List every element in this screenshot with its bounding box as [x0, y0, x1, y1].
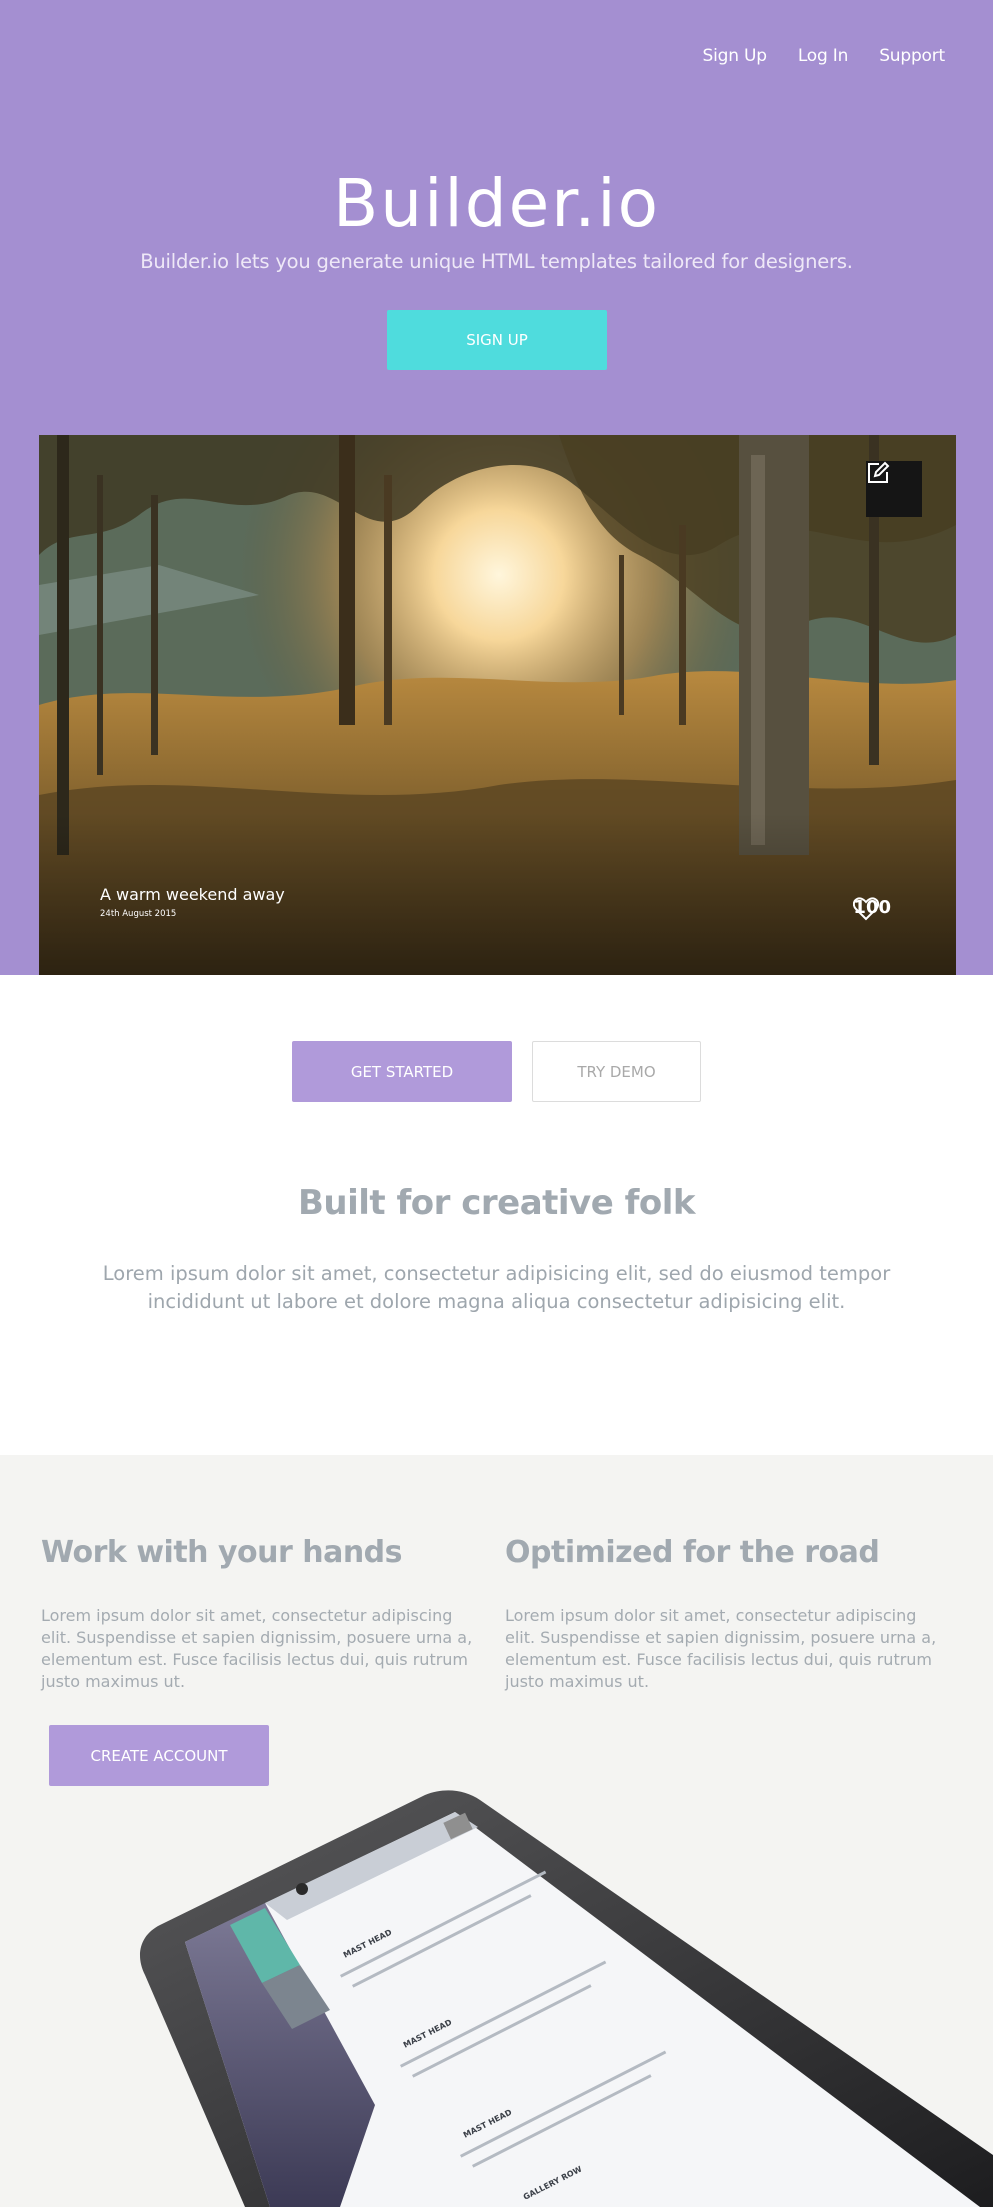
featured-photo-card: A warm weekend away 24th August 2015 100: [39, 435, 956, 975]
hero-subtitle: Builder.io lets you generate unique HTML…: [140, 250, 853, 273]
photo-date: 24th August 2015: [100, 909, 177, 919]
phone-mockup-image: MAST HEAD MAST HEAD MAST HEAD GALLERY RO…: [140, 1790, 993, 2207]
edit-button[interactable]: [866, 461, 922, 517]
photo-caption: A warm weekend away 24th August 2015: [100, 885, 285, 919]
sign-up-button[interactable]: SIGN UP: [387, 310, 607, 370]
edit-icon: [868, 461, 890, 483]
try-demo-button[interactable]: TRY DEMO: [532, 1041, 701, 1102]
like-button[interactable]: 100: [853, 897, 891, 921]
hero-title: Builder.io: [332, 165, 661, 242]
top-nav: Sign Up Log In Support: [703, 46, 946, 66]
get-started-button[interactable]: GET STARTED: [292, 1041, 512, 1102]
hero-section: Sign Up Log In Support Builder.io Builde…: [0, 0, 993, 975]
features-section: Work with your hands Lorem ipsum dolor s…: [0, 1455, 993, 2207]
nav-support[interactable]: Support: [879, 46, 945, 66]
nav-sign-up[interactable]: Sign Up: [703, 46, 768, 66]
nav-log-in[interactable]: Log In: [798, 46, 849, 66]
heart-icon: [853, 897, 880, 921]
intro-body: Lorem ipsum dolor sit amet, consectetur …: [102, 1262, 891, 1313]
intro-title: Built for creative folk: [297, 1183, 696, 1223]
photo-title: A warm weekend away: [100, 885, 285, 904]
